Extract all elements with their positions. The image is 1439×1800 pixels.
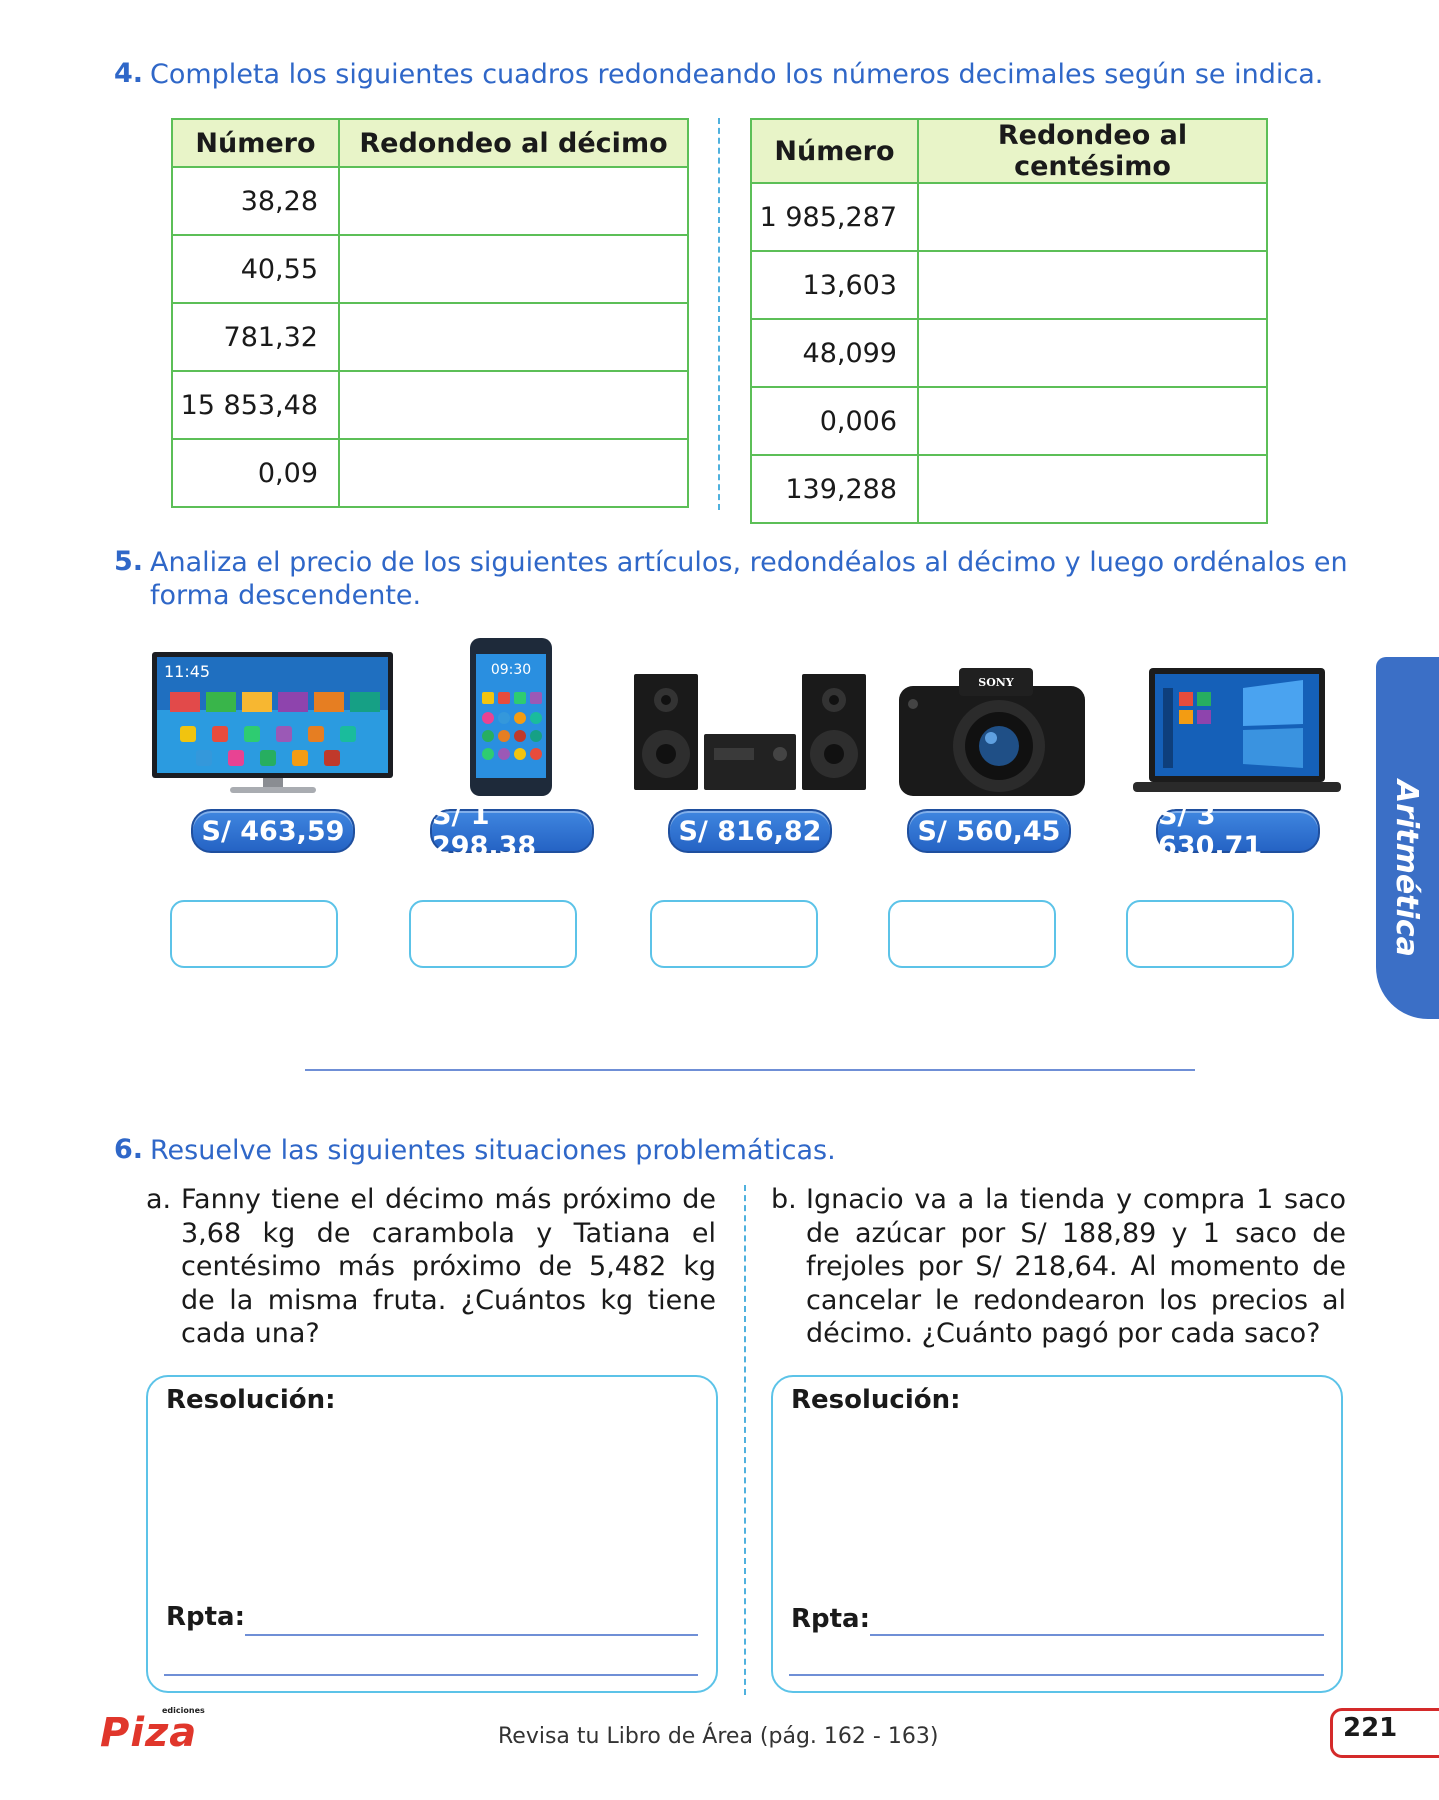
answer-cell[interactable]	[338, 234, 689, 304]
column-header-rounding: Redondeo al décimo	[338, 118, 689, 168]
number-cell: 38,28	[171, 166, 340, 236]
answer-cell[interactable]	[917, 386, 1268, 456]
column-header-number: Número	[750, 118, 919, 184]
resolution-box-b[interactable]	[771, 1375, 1343, 1693]
price-tag-camera: S/ 560,45	[907, 809, 1071, 853]
number-cell: 139,288	[750, 454, 919, 524]
tv-screen-time: 11:45	[164, 662, 210, 681]
number-cell: 48,099	[750, 318, 919, 388]
answer-box-smartphone[interactable]	[409, 900, 577, 968]
order-answer-line[interactable]	[305, 1069, 1195, 1071]
table-row: 781,32	[171, 302, 689, 372]
column-divider	[718, 118, 720, 510]
number-cell: 15 853,48	[171, 370, 340, 440]
table-row: 139,288	[750, 454, 1268, 524]
price-tag-laptop: S/ 3 630,71	[1156, 800, 1320, 862]
number-cell: 0,09	[171, 438, 340, 508]
table-row: 13,603	[750, 250, 1268, 320]
problem-a-text: Fanny tiene el décimo más próximo de 3,6…	[181, 1184, 716, 1349]
answer-cell[interactable]	[338, 302, 689, 372]
number-cell: 13,603	[750, 250, 919, 320]
problem-b-letter: b.	[771, 1184, 797, 1215]
publisher-logo-text: Piza	[100, 1710, 198, 1756]
number-cell: 781,32	[171, 302, 340, 372]
answer-cell[interactable]	[338, 166, 689, 236]
footer-reference: Revisa tu Libro de Área (pág. 162 - 163)	[498, 1724, 939, 1749]
table-row: 1 985,287	[750, 182, 1268, 252]
column-header-rounding: Redondeo al centésimo	[917, 118, 1268, 184]
problem-a-letter: a.	[146, 1184, 172, 1215]
table-row: 15 853,48	[171, 370, 689, 440]
answer-cell[interactable]	[917, 454, 1268, 524]
column-header-number: Número	[171, 118, 340, 168]
section-tab-label: Aritmética	[1389, 780, 1424, 957]
answer-label-a: Rpta:	[166, 1602, 246, 1632]
phone-screen-time: 09:30	[491, 662, 531, 678]
camera-brand: SONY	[978, 676, 1014, 689]
answer-line-b-1[interactable]	[870, 1634, 1324, 1636]
laptop-icon	[1133, 668, 1341, 792]
question-5-number: 5.	[114, 546, 144, 577]
camera-icon: SONY	[899, 668, 1085, 796]
problem-b-text: Ignacio va a la tienda y compra 1 saco d…	[806, 1184, 1346, 1349]
question-6-text: Resuelve las siguientes situaciones prob…	[150, 1135, 836, 1166]
answer-line-a-1[interactable]	[245, 1634, 698, 1636]
answer-box-camera[interactable]	[888, 900, 1056, 968]
resolution-label-b: Resolución:	[791, 1385, 961, 1415]
question-5-line-2: forma descendente.	[150, 580, 422, 611]
price-tag-television: S/ 463,59	[191, 809, 355, 853]
table-row: 38,28	[171, 166, 689, 236]
resolution-label-a: Resolución:	[166, 1385, 336, 1415]
table-row: 0,09	[171, 438, 689, 508]
answer-cell[interactable]	[338, 438, 689, 508]
answer-box-laptop[interactable]	[1126, 900, 1294, 968]
question-4-text: Completa los siguientes cuadros redondea…	[150, 59, 1324, 90]
table-rounding-tenth: Número Redondeo al décimo 38,28 40,55 78…	[171, 118, 689, 508]
table-rounding-hundredth: Número Redondeo al centésimo 1 985,287 1…	[750, 118, 1268, 524]
problem-divider	[744, 1185, 746, 1695]
answer-line-a-2[interactable]	[164, 1674, 698, 1676]
answer-cell[interactable]	[917, 318, 1268, 388]
table-row: 48,099	[750, 318, 1268, 388]
resolution-box-a[interactable]	[146, 1375, 718, 1693]
television-icon: 11:45	[152, 652, 393, 793]
answer-label-b: Rpta:	[791, 1604, 871, 1634]
number-cell: 1 985,287	[750, 182, 919, 252]
publisher-logo: ediciones Piza	[100, 1706, 205, 1756]
answer-box-television[interactable]	[170, 900, 338, 968]
question-6-number: 6.	[114, 1134, 144, 1165]
smartphone-icon: 09:30	[470, 638, 552, 796]
question-4-number: 4.	[114, 58, 144, 89]
page-number: 221	[1343, 1713, 1398, 1743]
number-cell: 0,006	[750, 386, 919, 456]
answer-cell[interactable]	[917, 182, 1268, 252]
answer-cell[interactable]	[338, 370, 689, 440]
number-cell: 40,55	[171, 234, 340, 304]
price-tag-smartphone: S/ 1 298,38	[430, 800, 594, 862]
stereo-system-icon	[634, 674, 866, 790]
price-tag-stereo: S/ 816,82	[668, 809, 832, 853]
answer-cell[interactable]	[917, 250, 1268, 320]
question-5-line-1: Analiza el precio de los siguientes artí…	[150, 547, 1348, 578]
answer-box-stereo[interactable]	[650, 900, 818, 968]
table-row: 40,55	[171, 234, 689, 304]
answer-line-b-2[interactable]	[789, 1674, 1324, 1676]
table-row: 0,006	[750, 386, 1268, 456]
